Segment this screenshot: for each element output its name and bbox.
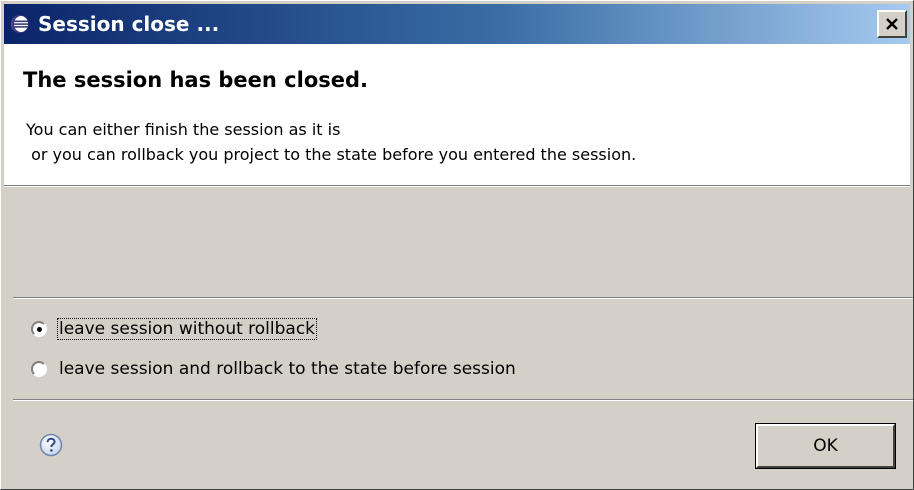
banner-separator bbox=[4, 186, 910, 187]
radio-label: leave session without rollback bbox=[56, 318, 318, 340]
radio-label: leave session and rollback to the state … bbox=[59, 359, 516, 379]
radio-selected-dot bbox=[37, 327, 42, 332]
session-close-dialog: Session close ... The session has been c… bbox=[0, 0, 914, 490]
title-bar[interactable]: Session close ... bbox=[4, 4, 910, 44]
radio-button[interactable] bbox=[31, 361, 47, 377]
help-icon[interactable] bbox=[39, 433, 63, 457]
banner-title: The session has been closed. bbox=[23, 68, 368, 92]
radio-leave-with-rollback[interactable]: leave session and rollback to the state … bbox=[31, 357, 517, 381]
eclipse-icon bbox=[11, 15, 29, 33]
close-button[interactable] bbox=[877, 10, 907, 38]
close-icon bbox=[886, 18, 898, 30]
radio-button[interactable] bbox=[31, 321, 47, 337]
radio-leave-without-rollback[interactable]: leave session without rollback bbox=[31, 317, 318, 341]
options-group: leave session without rollback leave ses… bbox=[13, 297, 913, 401]
banner-message: You can either finish the session as it … bbox=[26, 120, 637, 164]
ok-button[interactable]: OK bbox=[755, 423, 896, 469]
message-banner: The session has been closed. You can eit… bbox=[4, 44, 910, 186]
window-title: Session close ... bbox=[38, 12, 220, 36]
